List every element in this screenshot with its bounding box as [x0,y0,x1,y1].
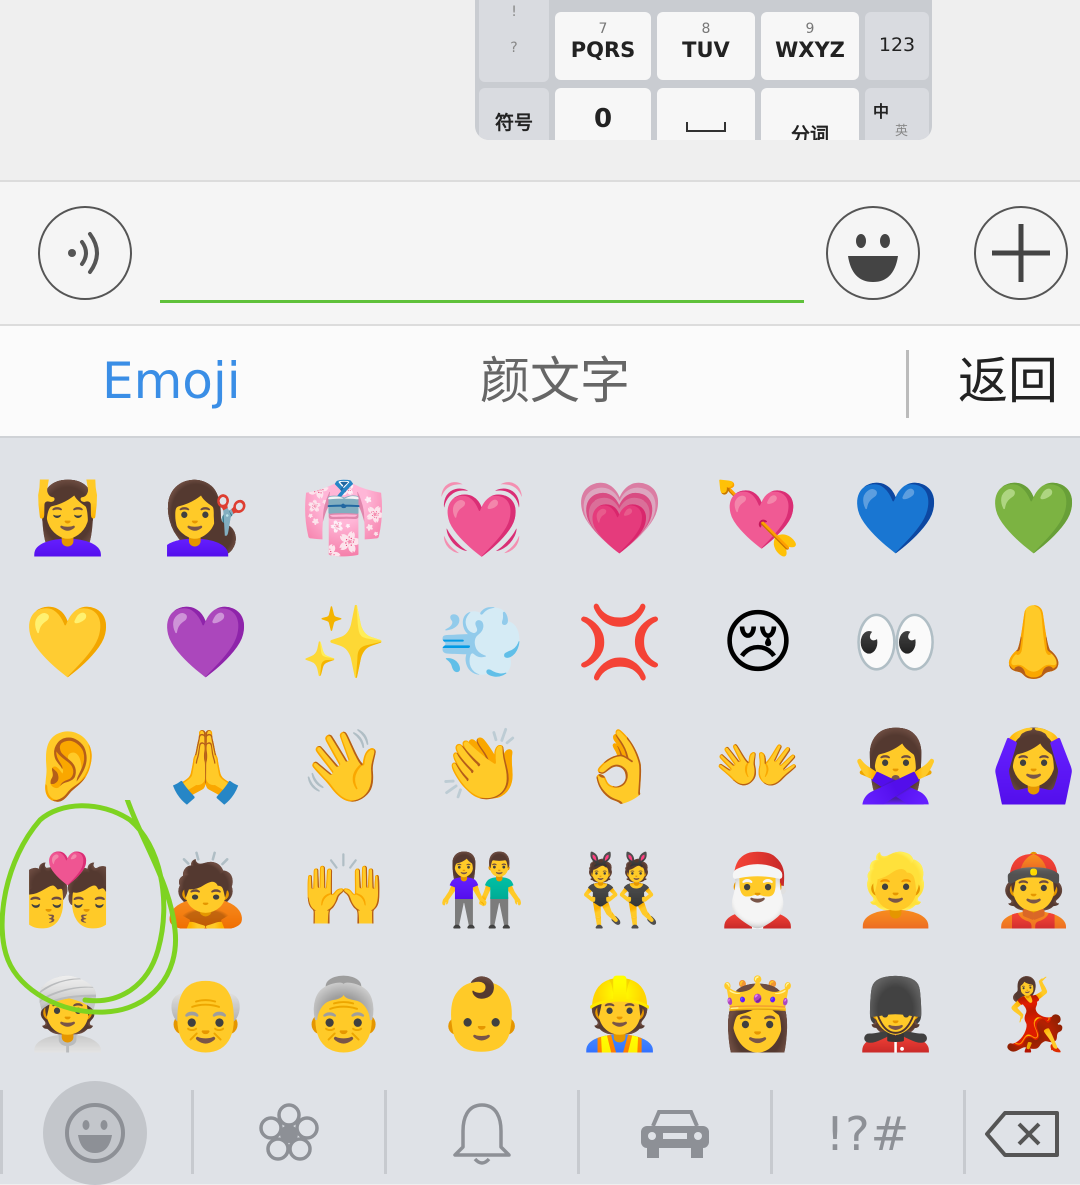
plus-icon [992,224,1050,282]
top-area: ! ? 7 PQRS 8 TUV 9 WXYZ 123 符号 0 分词 中 英 [0,0,1080,182]
t9-keypad: ! ? 7 PQRS 8 TUV 9 WXYZ 123 符号 0 分词 中 英 [475,0,932,140]
emoji-key[interactable]: 👘 [275,456,413,580]
emoji-key[interactable]: 👌 [551,704,689,828]
emoji-key[interactable]: 💗 [551,456,689,580]
category-objects[interactable] [387,1084,577,1184]
emoji-key[interactable]: 👸 [689,952,827,1076]
emoji-key[interactable]: ✨ [275,580,413,704]
emoji-key[interactable]: 💏 [0,828,137,952]
emoji-key[interactable]: 💘 [689,456,827,580]
emoji-grid: 💆‍♀️ 💇‍♀️ 👘 💓 💗 💘 💙 💚 💛 💜 ✨ 💨 💢 😢 👀 👃 👂 🙏 👋 👏 👌 👐 🙅‍♀️ 🙆‍♀️ 💏 🙇 🙌 👫… [0,438,1080,1084]
tab-kaomoji[interactable]: 颜文字 [480,326,630,436]
keypad-lang-key[interactable]: 中 英 [865,88,929,140]
emoji-key[interactable]: 👀 [827,580,965,704]
emoji-key[interactable]: 💙 [827,456,965,580]
emoji-key[interactable]: 👐 [689,704,827,828]
emoji-key[interactable]: 👷 [551,952,689,1076]
emoji-key[interactable]: 💛 [0,580,137,704]
keypad-key-0[interactable]: 0 [555,88,651,140]
emoji-key[interactable]: 💓 [413,456,551,580]
plus-button[interactable] [974,206,1068,300]
emoji-key[interactable]: 👶 [413,952,551,1076]
emoji-panel-tabs: Emoji 颜文字 返回 [0,326,1080,438]
emoji-key[interactable]: 👱 [827,828,965,952]
emoji-key[interactable]: 👴 [137,952,275,1076]
emoji-key[interactable]: 🙆‍♀️ [965,704,1080,828]
emoji-key[interactable]: 💆‍♀️ [0,456,137,580]
voice-button[interactable] [38,206,132,300]
category-symbols[interactable]: !?# [773,1084,963,1184]
voice-wave-icon [68,232,99,274]
category-travel[interactable] [580,1084,770,1184]
emoji-key[interactable]: 🎅 [689,828,827,952]
emoji-key[interactable]: 👫 [413,828,551,952]
flower-icon [259,1103,319,1161]
emoji-key[interactable]: 🙅‍♀️ [827,704,965,828]
back-button[interactable]: 返回 [958,326,1058,436]
chat-input-bar [0,182,1080,326]
emoji-key[interactable]: 😢 [689,580,827,704]
emoji-key[interactable]: 👏 [413,704,551,828]
smiley-icon [65,1103,125,1163]
keypad-123-key[interactable]: 123 [865,12,929,80]
space-bar-icon [686,122,726,132]
emoji-toggle-button[interactable] [826,206,920,300]
emoji-key[interactable]: 🙏 [137,704,275,828]
keypad-space-key[interactable] [657,88,755,140]
symbols-label: !?# [825,1107,911,1161]
emoji-key[interactable]: 💚 [965,456,1080,580]
emoji-key[interactable]: 💜 [137,580,275,704]
keypad-key-7[interactable]: 7 PQRS [555,12,651,80]
emoji-key[interactable]: 👵 [275,952,413,1076]
keypad-key-8[interactable]: 8 TUV [657,12,755,80]
category-nature[interactable] [194,1084,384,1184]
emoji-key[interactable]: 👃 [965,580,1080,704]
emoji-key[interactable]: 👲 [965,828,1080,952]
tab-divider [906,350,909,418]
emoji-key[interactable]: 👂 [0,704,137,828]
emoji-key[interactable]: 👋 [275,704,413,828]
smiley-icon [848,234,898,282]
keypad-symbol-key[interactable]: 符号 [479,88,549,140]
emoji-key[interactable]: 💢 [551,580,689,704]
selected-category-highlight [43,1081,147,1185]
emoji-category-bar: !?# [0,1081,1080,1185]
category-divider [0,1090,3,1174]
emoji-key[interactable]: 💃 [965,952,1080,1076]
emoji-key[interactable]: 💇‍♀️ [137,456,275,580]
category-smileys[interactable] [20,1081,170,1185]
emoji-key[interactable]: 💂 [827,952,965,1076]
message-input[interactable] [160,210,804,303]
keypad-punct-key[interactable]: ! ? [479,0,549,82]
emoji-key[interactable]: 🙇 [137,828,275,952]
tab-emoji[interactable]: Emoji [102,326,241,436]
bell-icon [453,1103,511,1165]
emoji-key[interactable]: 🙌 [275,828,413,952]
emoji-key[interactable]: 👯 [551,828,689,952]
keypad-segment-key[interactable]: 分词 [761,88,859,140]
keypad-key-9[interactable]: 9 WXYZ [761,12,859,80]
car-icon [641,1110,709,1158]
backspace-icon [985,1111,1059,1157]
delete-button[interactable] [966,1084,1080,1184]
emoji-key[interactable]: 💨 [413,580,551,704]
emoji-key[interactable]: 👳 [0,952,137,1076]
